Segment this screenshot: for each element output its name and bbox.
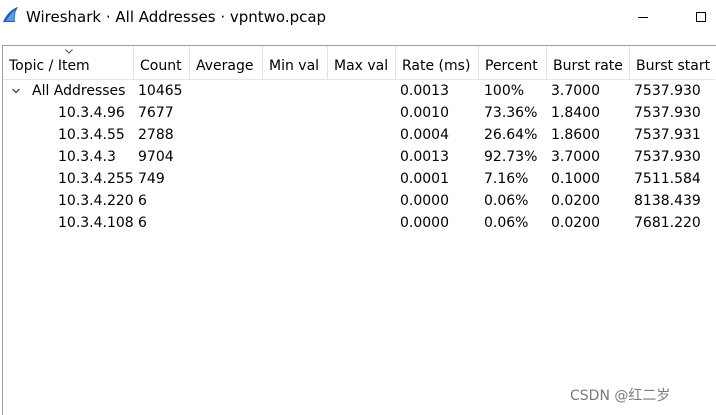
cell-burst-start: 7537.930	[634, 83, 701, 99]
cell-burst-rate: 3.7000	[551, 149, 600, 165]
cell-count: 2788	[138, 127, 174, 143]
cell-rate: 0.0000	[400, 193, 449, 209]
cell-item: 10.3.4.96	[58, 105, 125, 121]
cell-burst-rate: 1.8600	[551, 127, 600, 143]
wireshark-fin-icon	[3, 7, 18, 22]
column-header-label: Max val	[334, 58, 389, 74]
table-row[interactable]: 10.3.4.55 2788 0.0004 26.64% 1.8600 7537…	[3, 124, 715, 146]
cell-count: 749	[138, 171, 165, 187]
maximize-button[interactable]	[684, 4, 716, 30]
title-bar[interactable]: Wireshark · All Addresses · vpntwo.pcap	[0, 0, 716, 34]
column-header-topic-item[interactable]: Topic / Item	[3, 46, 134, 79]
cell-count: 7677	[138, 105, 174, 121]
cell-rate: 0.0013	[400, 149, 449, 165]
column-header-count[interactable]: Count	[134, 46, 190, 79]
cell-burst-rate: 3.7000	[551, 83, 600, 99]
cell-item: 10.3.4.255	[58, 171, 134, 187]
column-header-burst-start[interactable]: Burst start	[630, 46, 715, 79]
column-header-percent[interactable]: Percent	[479, 46, 547, 79]
window-title: Wireshark · All Addresses · vpntwo.pcap	[26, 8, 327, 26]
column-header-label: Topic / Item	[9, 58, 90, 74]
column-header-label: Burst start	[636, 58, 711, 74]
cell-item: 10.3.4.220	[58, 193, 134, 209]
wireshark-statistics-window: Wireshark · All Addresses · vpntwo.pcap …	[0, 0, 716, 415]
cell-item: 10.3.4.3	[58, 149, 116, 165]
cell-rate: 0.0004	[400, 127, 449, 143]
column-header-burst-rate[interactable]: Burst rate	[547, 46, 630, 79]
table-row[interactable]: 10.3.4.96 7677 0.0010 73.36% 1.8400 7537…	[3, 102, 715, 124]
watermark-text: CSDN @红二岁	[570, 388, 671, 404]
cell-count: 10465	[138, 83, 183, 99]
cell-percent: 7.16%	[484, 171, 529, 187]
table-row[interactable]: 10.3.4.255 749 0.0001 7.16% 0.1000 7511.…	[3, 168, 715, 190]
column-header-label: Rate (ms)	[402, 58, 471, 74]
column-header-rate[interactable]: Rate (ms)	[396, 46, 479, 79]
chevron-down-icon[interactable]	[12, 87, 20, 95]
cell-burst-start: 8138.439	[634, 193, 701, 209]
column-header-label: Count	[140, 58, 182, 74]
table-row[interactable]: 10.3.4.3 9704 0.0013 92.73% 3.7000 7537.…	[3, 146, 715, 168]
cell-burst-rate: 0.1000	[551, 171, 600, 187]
cell-rate: 0.0000	[400, 215, 449, 231]
cell-item: 10.3.4.108	[58, 215, 134, 231]
cell-percent: 73.36%	[484, 105, 538, 121]
column-header-min-val[interactable]: Min val	[263, 46, 328, 79]
table-row[interactable]: 10.3.4.108 6 0.0000 0.06% 0.0200 7681.22…	[3, 212, 715, 234]
column-header-max-val[interactable]: Max val	[328, 46, 396, 79]
cell-percent: 0.06%	[484, 215, 529, 231]
maximize-icon	[696, 12, 706, 22]
cell-burst-rate: 0.0200	[551, 193, 600, 209]
cell-item: 10.3.4.55	[58, 127, 125, 143]
cell-burst-start: 7537.930	[634, 105, 701, 121]
statistics-tree-table[interactable]: Topic / Item Count Average Min val Max v…	[2, 45, 716, 415]
minimize-icon	[638, 16, 648, 18]
cell-rate: 0.0001	[400, 171, 449, 187]
column-header-label: Average	[196, 58, 254, 74]
table-row-all-addresses[interactable]: All Addresses 10465 0.0013 100% 3.7000 7…	[3, 80, 715, 102]
cell-percent: 92.73%	[484, 149, 538, 165]
sort-ascending-icon	[65, 49, 73, 54]
cell-burst-rate: 1.8400	[551, 105, 600, 121]
column-header-average[interactable]: Average	[190, 46, 263, 79]
cell-count: 9704	[138, 149, 174, 165]
column-header-label: Percent	[485, 58, 538, 74]
cell-count: 6	[138, 215, 147, 231]
table-header: Topic / Item Count Average Min val Max v…	[3, 46, 715, 80]
table-row[interactable]: 10.3.4.220 6 0.0000 0.06% 0.0200 8138.43…	[3, 190, 715, 212]
column-header-label: Min val	[269, 58, 320, 74]
cell-percent: 100%	[484, 83, 525, 99]
column-header-label: Burst rate	[553, 58, 623, 74]
cell-rate: 0.0013	[400, 83, 449, 99]
cell-percent: 0.06%	[484, 193, 529, 209]
cell-burst-start: 7511.584	[634, 171, 701, 187]
cell-burst-start: 7681.220	[634, 215, 701, 231]
minimize-button[interactable]	[626, 4, 660, 30]
cell-count: 6	[138, 193, 147, 209]
cell-burst-start: 7537.930	[634, 149, 701, 165]
cell-percent: 26.64%	[484, 127, 538, 143]
cell-burst-start: 7537.931	[634, 127, 701, 143]
cell-item: All Addresses	[32, 83, 126, 99]
cell-burst-rate: 0.0200	[551, 215, 600, 231]
cell-rate: 0.0010	[400, 105, 449, 121]
